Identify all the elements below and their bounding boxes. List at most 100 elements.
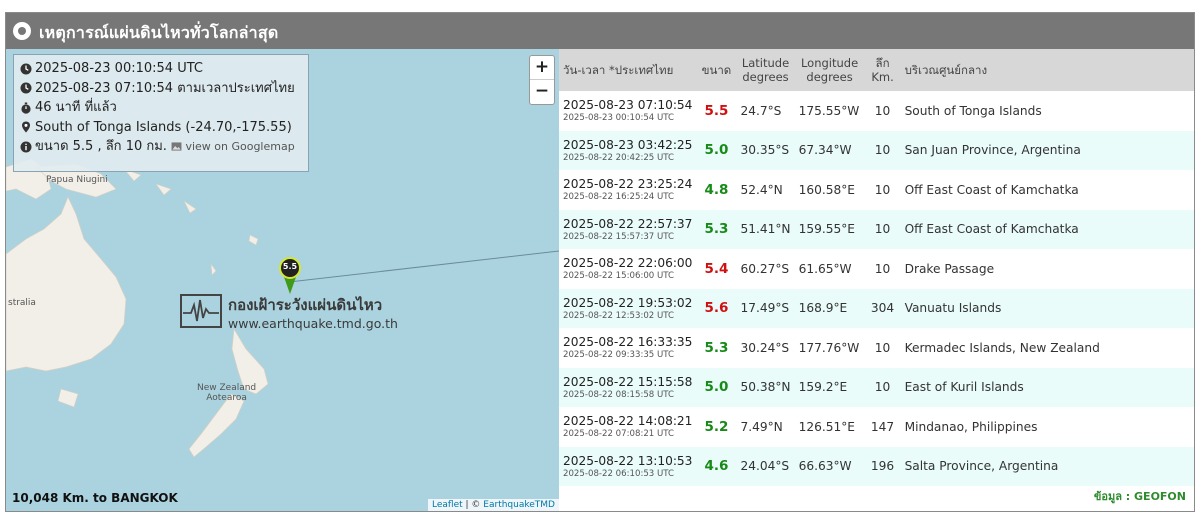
zoom-control: + − <box>529 55 555 105</box>
cell-magnitude: 5.4 <box>696 249 737 289</box>
cell-magnitude: 5.3 <box>696 209 737 249</box>
cell-magnitude: 5.2 <box>696 407 737 447</box>
earthquake-table-container[interactable]: วัน-เวลา *ประเทศไทย ขนาด Latitude degree… <box>559 49 1194 511</box>
cell-utc-time: 2025-08-22 09:33:35 UTC <box>563 350 675 361</box>
col-latitude-line1: Latitude <box>741 56 790 70</box>
col-longitude: Longitude degrees <box>794 49 865 91</box>
cell-thai-time: 2025-08-22 23:25:24 <box>563 177 693 192</box>
distance-to-bangkok: 10,048 Km. to BANGKOK <box>12 491 178 505</box>
cell-depth: 10 <box>864 328 901 368</box>
info-ago-row: 46 นาที ที่แล้ว <box>20 98 302 118</box>
provider-link[interactable]: EarthquakeTMD <box>483 500 555 510</box>
col-datetime: วัน-เวลา *ประเทศไทย <box>559 49 697 91</box>
col-longitude-line1: Longitude <box>800 56 859 70</box>
leaflet-link[interactable]: Leaflet <box>432 500 463 510</box>
table-row[interactable]: 2025-08-22 13:10:53 2025-08-22 06:10:53 U… <box>559 446 1194 486</box>
cell-longitude: 66.63°W <box>794 446 865 486</box>
earthquake-map[interactable]: 2025-08-23 00:10:54 UTC 2025-08-23 07:10… <box>6 49 559 511</box>
cell-utc-time: 2025-08-22 08:15:58 UTC <box>563 389 675 400</box>
cell-longitude: 168.9°E <box>794 288 865 328</box>
col-depth-line2: Km. <box>871 70 894 84</box>
earthquake-widget: เหตุการณ์แผ่นดินไหวทั่วโลกล่าสุด 2025-08… <box>5 12 1195 512</box>
info-utc-row: 2025-08-23 00:10:54 UTC <box>20 59 302 79</box>
cell-longitude: 159.55°E <box>794 209 865 249</box>
table-row[interactable]: 2025-08-22 22:06:00 2025-08-22 15:06:00 U… <box>559 249 1194 289</box>
cell-datetime: 2025-08-22 13:10:53 2025-08-22 06:10:53 U… <box>559 446 697 486</box>
cell-depth: 10 <box>864 91 901 131</box>
cell-latitude: 7.49°N <box>736 407 795 447</box>
table-row[interactable]: 2025-08-22 15:15:58 2025-08-22 08:15:58 U… <box>559 367 1194 407</box>
tmd-watermark: กองเฝ้าระวังแผ่นดินไหว www.earthquake.tm… <box>180 289 398 337</box>
table-row[interactable]: 2025-08-23 07:10:54 2025-08-23 00:10:54 U… <box>559 91 1194 131</box>
googlemap-link[interactable]: view on Googlemap <box>171 137 295 157</box>
page-title: เหตุการณ์แผ่นดินไหวทั่วโลกล่าสุด <box>39 23 279 42</box>
cell-region: Mindanao, Philippines <box>900 407 1194 447</box>
cell-latitude: 30.35°S <box>736 130 795 170</box>
cell-depth: 10 <box>864 130 901 170</box>
cell-region: South of Tonga Islands <box>900 91 1194 131</box>
cell-utc-time: 2025-08-22 20:42:25 UTC <box>563 152 675 163</box>
col-longitude-line2: degrees <box>806 70 853 84</box>
cell-datetime: 2025-08-23 03:42:25 2025-08-22 20:42:25 U… <box>559 130 697 170</box>
cell-utc-time: 2025-08-22 06:10:53 UTC <box>563 468 675 479</box>
clock-icon <box>20 82 32 94</box>
cell-datetime: 2025-08-22 16:33:35 2025-08-22 09:33:35 U… <box>559 328 697 368</box>
cell-longitude: 159.2°E <box>794 367 865 407</box>
cell-latitude: 24.7°S <box>736 91 795 131</box>
table-row[interactable]: 2025-08-22 22:57:37 2025-08-22 15:57:37 U… <box>559 209 1194 249</box>
cell-longitude: 160.58°E <box>794 170 865 210</box>
cell-region: Off East Coast of Kamchatka <box>900 209 1194 249</box>
cell-magnitude: 5.5 <box>696 91 737 131</box>
cell-magnitude: 5.0 <box>696 130 737 170</box>
cell-region: Salta Province, Argentina <box>900 446 1194 486</box>
cell-magnitude: 4.8 <box>696 170 737 210</box>
cell-thai-time: 2025-08-23 07:10:54 <box>563 98 693 113</box>
col-region: บริเวณศูนย์กลาง <box>900 49 1194 91</box>
cell-utc-time: 2025-08-22 12:53:02 UTC <box>563 310 675 321</box>
map-attribution: Leaflet | © EarthquakeTMD <box>428 499 559 511</box>
cell-thai-time: 2025-08-22 16:33:35 <box>563 335 693 350</box>
cell-datetime: 2025-08-22 14:08:21 2025-08-22 07:08:21 U… <box>559 407 697 447</box>
stopwatch-icon <box>21 102 31 114</box>
cell-datetime: 2025-08-22 22:57:37 2025-08-22 15:57:37 U… <box>559 209 697 249</box>
cell-depth: 10 <box>864 170 901 210</box>
cell-utc-time: 2025-08-22 15:06:00 UTC <box>563 271 675 282</box>
zoom-out-button[interactable]: − <box>530 80 554 104</box>
cell-region: Off East Coast of Kamchatka <box>900 170 1194 210</box>
table-row[interactable]: 2025-08-22 16:33:35 2025-08-22 09:33:35 U… <box>559 328 1194 368</box>
cell-latitude: 60.27°S <box>736 249 795 289</box>
cell-datetime: 2025-08-22 23:25:24 2025-08-22 16:25:24 U… <box>559 170 697 210</box>
table-row[interactable]: 2025-08-22 19:53:02 2025-08-22 12:53:02 U… <box>559 288 1194 328</box>
cell-thai-time: 2025-08-22 15:15:58 <box>563 374 693 389</box>
cell-magnitude: 5.3 <box>696 328 737 368</box>
cell-thai-time: 2025-08-22 22:57:37 <box>563 216 693 231</box>
attribution-separator: | © <box>462 500 484 510</box>
widget-header: เหตุการณ์แผ่นดินไหวทั่วโลกล่าสุด <box>6 13 1194 49</box>
map-label-new-zealand: New Zealand Aotearoa <box>197 383 256 403</box>
googlemap-link-label: view on Googlemap <box>185 140 295 153</box>
table-row[interactable]: 2025-08-22 14:08:21 2025-08-22 07:08:21 U… <box>559 407 1194 447</box>
table-row[interactable]: 2025-08-22 23:25:24 2025-08-22 16:25:24 U… <box>559 170 1194 210</box>
cell-utc-time: 2025-08-22 07:08:21 UTC <box>563 429 675 440</box>
cell-depth: 196 <box>864 446 901 486</box>
info-magnitude-row: ขนาด 5.5 , ลึก 10 กม. view on Googlemap <box>20 137 302 157</box>
map-pin-icon <box>22 121 30 133</box>
info-ago: 46 นาที ที่แล้ว <box>35 100 117 115</box>
cell-region: Kermadec Islands, New Zealand <box>900 328 1194 368</box>
cell-longitude: 67.34°W <box>794 130 865 170</box>
info-thai-row: 2025-08-23 07:10:54 ตามเวลาประเทศไทย <box>20 79 302 99</box>
cell-latitude: 51.41°N <box>736 209 795 249</box>
cell-thai-time: 2025-08-22 19:53:02 <box>563 295 693 310</box>
table-row[interactable]: 2025-08-23 03:42:25 2025-08-22 20:42:25 U… <box>559 130 1194 170</box>
zoom-in-button[interactable]: + <box>530 56 554 80</box>
col-magnitude: ขนาด <box>696 49 737 91</box>
watermark-url: www.earthquake.tmd.go.th <box>228 316 398 331</box>
cell-depth: 147 <box>864 407 901 447</box>
quake-marker[interactable]: 5.5 <box>278 257 302 295</box>
cell-utc-time: 2025-08-22 15:57:37 UTC <box>563 231 675 242</box>
image-icon <box>171 142 182 151</box>
quake-marker-label: 5.5 <box>282 262 298 271</box>
info-location: South of Tonga Islands (-24.70,-175.55) <box>35 119 292 135</box>
info-icon <box>20 141 32 153</box>
cell-thai-time: 2025-08-22 14:08:21 <box>563 414 693 429</box>
